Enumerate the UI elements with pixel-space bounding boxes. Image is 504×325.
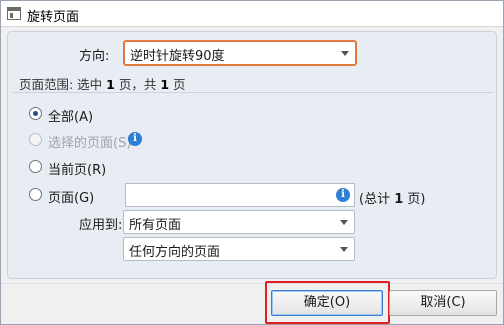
total-pages-text: (总计 1 页) — [359, 192, 426, 207]
chevron-down-icon — [341, 51, 349, 56]
selected-count: 1 — [106, 77, 115, 92]
footer-divider — [1, 283, 503, 284]
radio-current-page-button[interactable] — [29, 160, 42, 173]
chevron-down-icon — [340, 220, 348, 225]
radio-selected-pages-button — [29, 133, 42, 146]
page-orientation-select[interactable]: 任何方向的页面 — [123, 237, 355, 261]
radio-selected-pages-label: 选择的页面(S) — [48, 136, 132, 151]
radio-all[interactable]: 全部(A) — [29, 105, 149, 125]
apply-to-pages-value: 所有页面 — [129, 218, 182, 233]
page-range-summary: 页面范围: 选中 1 页，共 1 页 — [13, 71, 493, 93]
title-bar[interactable]: 旋转页面 — [1, 1, 503, 27]
apply-to-label: 应用到: — [79, 218, 123, 233]
rotate-pages-dialog: 旋转页面 方向: 逆时针旋转90度 页面范围: 选中 1 页，共 1 页 全部(… — [0, 0, 504, 325]
info-icon[interactable]: i — [336, 188, 350, 202]
apply-to-pages-select[interactable]: 所有页面 — [123, 210, 355, 234]
direction-label: 方向: — [79, 49, 110, 64]
dialog-title: 旋转页面 — [27, 10, 80, 25]
radio-selected-pages: 选择的页面(S) — [29, 131, 169, 151]
page-range-input[interactable] — [125, 183, 355, 207]
ok-button[interactable]: 确定(O) — [271, 290, 383, 316]
direction-value: 逆时针旋转90度 — [130, 49, 225, 64]
cancel-button[interactable]: 取消(C) — [389, 290, 497, 316]
radio-current-page-label: 当前页(R) — [48, 163, 107, 178]
chevron-down-icon — [340, 247, 348, 252]
window-icon — [7, 7, 21, 20]
radio-pages[interactable]: 页面(G) — [29, 186, 119, 206]
info-icon[interactable]: i — [128, 132, 142, 146]
total-count: 1 — [160, 77, 170, 92]
page-orientation-value: 任何方向的页面 — [129, 245, 221, 260]
radio-current-page[interactable]: 当前页(R) — [29, 158, 149, 178]
radio-pages-label: 页面(G) — [48, 191, 95, 206]
radio-all-label: 全部(A) — [48, 110, 94, 125]
page-range-text: 页面范围: 选中 1 页，共 1 页 — [19, 77, 186, 92]
direction-select[interactable]: 逆时针旋转90度 — [123, 40, 357, 66]
radio-pages-button[interactable] — [29, 188, 42, 201]
radio-all-button[interactable] — [29, 107, 42, 120]
